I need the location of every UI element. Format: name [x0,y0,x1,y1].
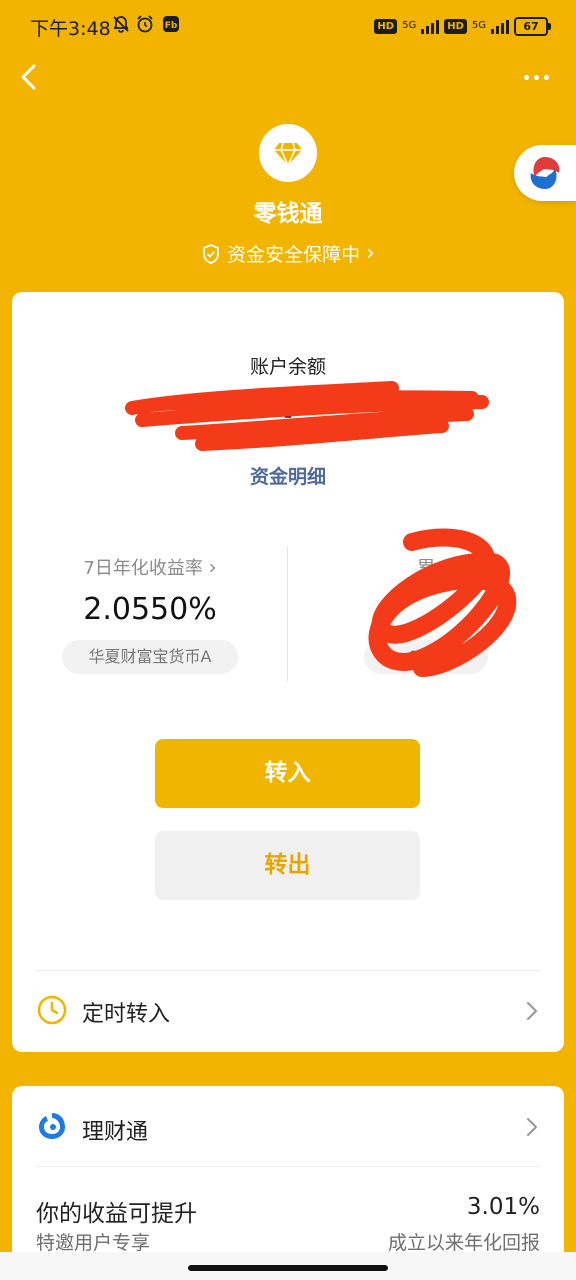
floating-widget[interactable] [514,145,576,201]
bell-muted-icon [110,14,132,36]
balance-label: 账户余额 [249,356,326,378]
transfer-in-button[interactable]: 转入 [155,739,420,808]
divider [36,970,540,971]
app-notification-icon: Fb [160,15,182,37]
fund-name-tag[interactable]: 华夏财富宝货币A [62,640,238,674]
diamond-icon [274,142,302,167]
alarm-icon [134,14,156,36]
divider [36,1166,540,1167]
home-indicator[interactable] [188,1265,388,1271]
redaction-scribble [125,381,489,451]
fund-detail-link[interactable]: 资金明细 [12,462,564,489]
network-label: 5G [402,20,417,31]
status-time: 下午3:48 [30,18,111,40]
chevron-right-icon [526,1001,538,1021]
signal-icon [491,18,509,34]
chevron-right-icon [526,1117,538,1137]
seven-day-yield-value: 2.0550% [83,592,217,627]
redaction-scribble [368,528,517,677]
shield-check-icon [203,243,219,264]
more-dots-icon [523,74,529,80]
clock-icon [37,995,67,1025]
promo-rate-caption: 成立以来年化回报 [387,1232,540,1254]
status-bar: 下午3:48 Fb HD 5G HD 5G 67 [0,0,576,52]
signal-icon [421,18,440,34]
battery-icon: 67 [514,16,551,36]
back-arrow-icon [21,64,36,90]
chevron-right-icon: › [366,241,375,266]
chevron-right-icon: › [208,555,217,579]
safety-guarantee-link[interactable]: 资金安全保障中 › [0,240,576,267]
promo-rate: 3.01% [466,1194,540,1220]
page-title: 零钱通 [253,201,323,227]
app-logo [259,124,317,182]
hd-badge: HD [374,18,398,34]
network-label: 5G [471,20,486,31]
more-button[interactable] [518,62,554,92]
hd-badge: HD [444,18,467,34]
scheduled-transfer-label: 定时转入 [82,1002,171,1027]
back-button[interactable] [14,58,50,98]
status-right-group: HD 5G HD 5G 67 [374,14,551,38]
transfer-out-button[interactable]: 转出 [155,831,420,900]
svg-text:Fb: Fb [165,21,178,31]
scheduled-transfer-row[interactable]: 定时转入 [12,982,564,1040]
swirl-logo-icon [530,157,560,189]
licaitong-title: 理财通 [82,1120,149,1145]
promo-title: 你的收益可提升 [36,1201,197,1227]
safety-text: 资金安全保障中 [227,244,361,266]
balance-card: 账户余额 ¥ 资金明细 7日年化收益率 › 2.0550% 华夏财富宝货币A 累… [12,292,564,1052]
licaitong-card[interactable]: 理财通 你的收益可提升 特邀用户专享 3.01% 成立以来年化回报 [12,1086,564,1280]
promo-subtitle: 特邀用户专享 [36,1232,151,1254]
seven-day-yield-label[interactable]: 7日年化收益率 › [12,554,288,580]
licaitong-logo-icon [39,1113,65,1139]
